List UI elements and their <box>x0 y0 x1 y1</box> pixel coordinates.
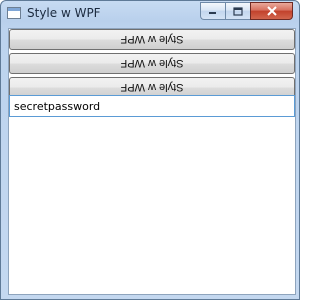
app-window-icon <box>7 7 21 19</box>
style-button-2[interactable]: Style w WPF <box>9 53 295 74</box>
style-button-1-label: Style w WPF <box>120 33 184 45</box>
minimize-icon <box>209 12 216 14</box>
close-button[interactable] <box>250 2 293 20</box>
password-field[interactable]: secretpassword <box>9 95 295 117</box>
title-bar[interactable]: Style w WPF <box>1 1 299 27</box>
app-window: Style w WPF Style w WPF Style w WPF Styl… <box>0 0 300 300</box>
window-content: Style w WPF Style w WPF Style w WPF secr… <box>8 28 296 295</box>
close-icon <box>266 6 277 16</box>
caption-buttons <box>200 2 293 20</box>
maximize-button[interactable] <box>225 2 250 20</box>
minimize-button[interactable] <box>200 2 225 20</box>
style-button-2-label: Style w WPF <box>120 57 184 69</box>
password-value: secretpassword <box>14 100 101 113</box>
style-button-1[interactable]: Style w WPF <box>9 29 295 50</box>
window-title: Style w WPF <box>27 6 101 20</box>
maximize-icon <box>233 6 243 16</box>
style-button-3-label: Style w WPF <box>120 81 184 93</box>
